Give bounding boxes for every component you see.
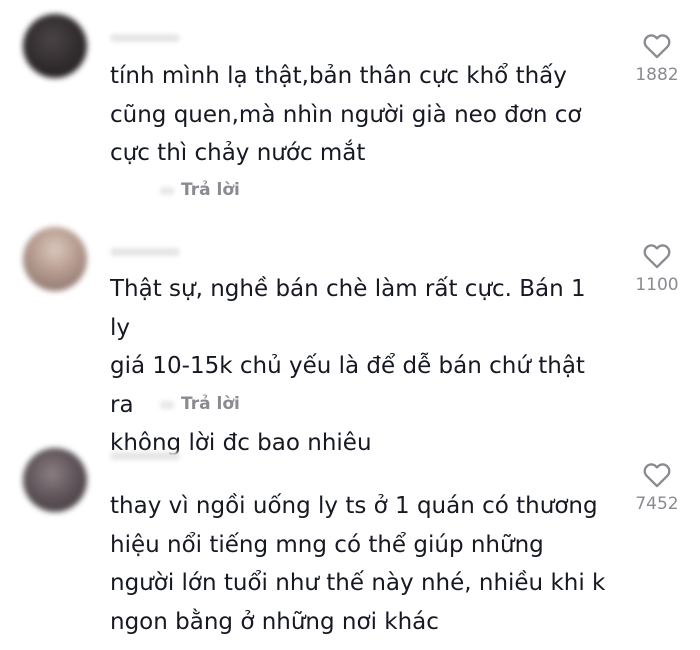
- like-count: 1882: [635, 65, 679, 85]
- avatar[interactable]: [23, 227, 87, 291]
- reply-button[interactable]: Trả lời: [181, 180, 240, 200]
- username-blurred[interactable]: [110, 452, 180, 460]
- username-blurred[interactable]: [110, 248, 180, 256]
- like-count: 7452: [635, 494, 679, 514]
- comment-item: Thật sự, nghề bán chè làm rất cực. Bán 1…: [0, 215, 700, 456]
- avatar[interactable]: [23, 14, 87, 78]
- heart-icon: [643, 244, 671, 269]
- comment-date-blurred: [160, 401, 174, 409]
- heart-icon: [643, 34, 671, 59]
- username-blurred[interactable]: [110, 34, 180, 42]
- comment-text: tính mình lạ thật,bản thân cực khổ thấy …: [110, 63, 582, 166]
- comment-item: tính mình lạ thật,bản thân cực khổ thấy …: [0, 0, 700, 215]
- comment-date-blurred: [160, 187, 174, 195]
- comment-text: thay vì ngồi uống ly ts ở 1 quán có thươ…: [110, 493, 606, 635]
- like-count: 1100: [635, 275, 679, 295]
- comment-item: thay vì ngồi uống ly ts ở 1 quán có thươ…: [0, 430, 700, 650]
- avatar[interactable]: [23, 448, 87, 512]
- like-button[interactable]: 1882: [622, 33, 692, 85]
- comment-meta: Trả lời: [110, 180, 310, 201]
- like-button[interactable]: 1100: [622, 243, 692, 295]
- heart-icon: [643, 463, 671, 488]
- reply-button[interactable]: Trả lời: [181, 394, 240, 414]
- comment-meta: Trả lời: [110, 394, 310, 415]
- like-button[interactable]: 7452: [622, 462, 692, 514]
